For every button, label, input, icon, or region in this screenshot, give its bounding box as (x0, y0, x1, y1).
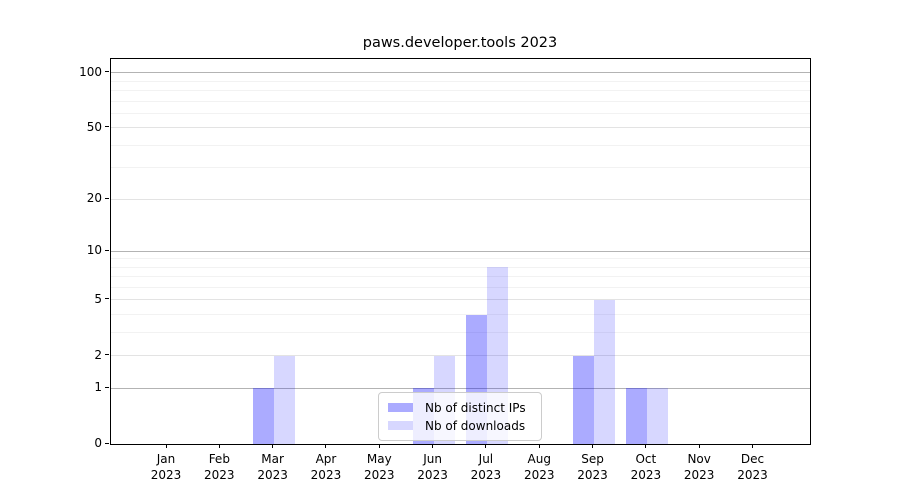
x-label-year: 2023 (722, 468, 782, 484)
x-tick-apr (325, 444, 326, 448)
x-tick-jun (432, 444, 433, 448)
x-label-month: Dec (722, 452, 782, 468)
x-label-year: 2023 (243, 468, 303, 484)
x-tick-sep (592, 444, 593, 448)
x-label-month: Oct (616, 452, 676, 468)
x-tick-label-oct: Oct2023 (616, 452, 676, 483)
plot-area (110, 58, 811, 445)
legend-label-0: Nb of distinct IPs (425, 401, 526, 415)
x-tick-label-jul: Jul2023 (456, 452, 516, 483)
x-label-year: 2023 (349, 468, 409, 484)
gridline-20 (111, 199, 810, 200)
gridline-70 (111, 101, 810, 102)
x-label-month: May (349, 452, 409, 468)
x-tick-label-feb: Feb2023 (189, 452, 249, 483)
y-tick-label-1: 1 (38, 380, 102, 394)
x-label-year: 2023 (456, 468, 516, 484)
gridline-3 (111, 332, 810, 333)
x-tick-oct (645, 444, 646, 448)
x-tick-nov (699, 444, 700, 448)
x-tick-dec (752, 444, 753, 448)
gridline-5 (111, 299, 810, 300)
x-tick-label-aug: Aug2023 (509, 452, 569, 483)
y-tick-5 (105, 298, 109, 299)
bar-downloads-mar (274, 356, 295, 444)
y-tick-10 (105, 250, 109, 251)
y-tick-label-10: 10 (38, 243, 102, 257)
legend-swatch-1 (388, 421, 413, 430)
y-tick-50 (105, 126, 109, 127)
y-tick-0 (105, 443, 109, 444)
gridline-8 (111, 267, 810, 268)
gridline-90 (111, 81, 810, 82)
bar-downloads-sep (594, 300, 615, 444)
y-tick-20 (105, 198, 109, 199)
x-tick-may (379, 444, 380, 448)
x-label-year: 2023 (509, 468, 569, 484)
gridline-9 (111, 258, 810, 259)
bar-distinct-ips-oct (626, 388, 647, 444)
x-label-month: Aug (509, 452, 569, 468)
x-label-year: 2023 (669, 468, 729, 484)
y-tick-label-5: 5 (38, 292, 102, 306)
gridline-7 (111, 276, 810, 277)
x-label-year: 2023 (189, 468, 249, 484)
gridline-40 (111, 145, 810, 146)
y-tick-label-50: 50 (38, 120, 102, 134)
y-tick-label-0: 0 (38, 436, 102, 450)
x-tick-aug (539, 444, 540, 448)
x-tick-feb (219, 444, 220, 448)
x-tick-label-apr: Apr2023 (296, 452, 356, 483)
y-tick-label-20: 20 (38, 191, 102, 205)
gridline-10 (111, 251, 810, 252)
legend: Nb of distinct IPs Nb of downloads (378, 392, 542, 441)
gridline-100 (111, 72, 810, 73)
gridline-50 (111, 127, 810, 128)
x-tick-label-nov: Nov2023 (669, 452, 729, 483)
x-tick-mar (272, 444, 273, 448)
x-tick-label-sep: Sep2023 (563, 452, 623, 483)
x-label-month: Sep (563, 452, 623, 468)
x-tick-label-jun: Jun2023 (403, 452, 463, 483)
legend-row-1: Nb of downloads (388, 417, 533, 434)
x-tick-label-dec: Dec2023 (722, 452, 782, 483)
x-tick-label-may: May2023 (349, 452, 409, 483)
y-tick-2 (105, 354, 109, 355)
gridline-6 (111, 287, 810, 288)
y-tick-label-2: 2 (38, 348, 102, 362)
legend-row-0: Nb of distinct IPs (388, 399, 533, 416)
x-tick-jan (166, 444, 167, 448)
y-tick-100 (105, 71, 109, 72)
gridline-1 (111, 388, 810, 389)
gridline-80 (111, 90, 810, 91)
y-tick-1 (105, 387, 109, 388)
legend-label-1: Nb of downloads (425, 419, 525, 433)
y-tick-label-100: 100 (38, 65, 102, 79)
x-label-month: Nov (669, 452, 729, 468)
x-label-month: Jun (403, 452, 463, 468)
gridline-30 (111, 167, 810, 168)
chart-title: paws.developer.tools 2023 (110, 35, 810, 51)
x-label-month: Jul (456, 452, 516, 468)
bar-distinct-ips-mar (253, 388, 274, 444)
bar-distinct-ips-sep (573, 356, 594, 444)
chart-canvas: paws.developer.tools 2023 0 1 2 5 10 20 50 100 J… (0, 0, 900, 500)
x-label-month: Feb (189, 452, 249, 468)
x-label-month: Mar (243, 452, 303, 468)
gridline-4 (111, 314, 810, 315)
gridline-2 (111, 355, 810, 356)
x-tick-jul (485, 444, 486, 448)
x-label-year: 2023 (136, 468, 196, 484)
x-label-month: Apr (296, 452, 356, 468)
gridline-60 (111, 113, 810, 114)
x-label-month: Jan (136, 452, 196, 468)
legend-swatch-0 (388, 403, 413, 412)
bar-downloads-oct (647, 388, 668, 444)
x-label-year: 2023 (296, 468, 356, 484)
x-tick-label-jan: Jan2023 (136, 452, 196, 483)
x-tick-label-mar: Mar2023 (243, 452, 303, 483)
x-label-year: 2023 (403, 468, 463, 484)
x-label-year: 2023 (563, 468, 623, 484)
x-label-year: 2023 (616, 468, 676, 484)
